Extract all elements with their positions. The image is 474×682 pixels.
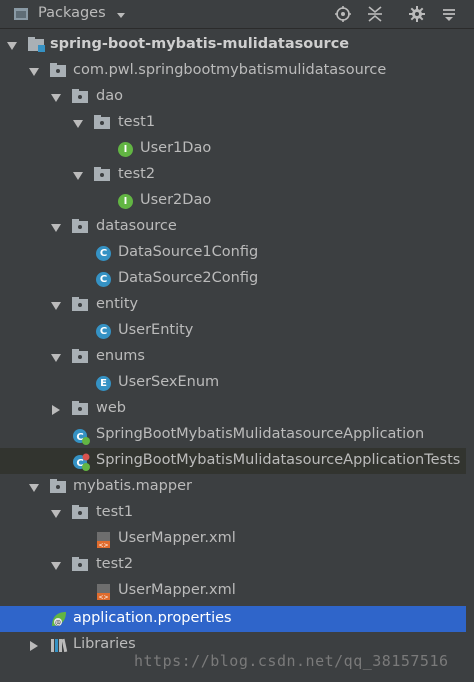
tree-row-package[interactable]: test2 [0,552,466,578]
interface-label: User1Dao [140,140,212,156]
expand-arrow-icon[interactable] [50,352,62,364]
class-label: DataSource2Config [118,270,259,286]
package-folder-icon [72,297,88,313]
svg-text:<>: <> [98,594,108,601]
expand-arrow-icon[interactable] [72,118,84,130]
tree-row-xml-file[interactable]: <> UserMapper.xml [0,526,466,552]
class-label: DataSource1Config [118,244,259,260]
package-label: enums [96,348,145,364]
interface-label: User2Dao [140,192,212,208]
class-icon: C [96,246,111,261]
package-folder-icon [50,479,66,495]
packages-view-icon [13,6,31,26]
package-label: entity [96,296,139,312]
expand-arrow-icon[interactable] [50,300,62,312]
libraries-label: Libraries [73,636,136,652]
class-icon: C [96,324,111,339]
package-folder-icon [72,219,88,235]
interface-icon: I [118,194,133,209]
expand-arrow-icon[interactable] [6,40,18,52]
tree-row-spring-class[interactable]: C SpringBootMybatisMulidatasourceApplica… [0,448,474,474]
class-label: SpringBootMybatisMulidatasourceApplicati… [96,426,425,442]
tree-row-package[interactable]: dao [0,84,466,110]
watermark-text: https://blog.csdn.net/qq_38157516 [134,652,449,670]
project-tool-window-header: Packages [0,0,474,29]
tree-row-package[interactable]: entity [0,292,466,318]
chevron-down-icon[interactable] [116,8,126,24]
folder-label: mybatis.mapper [73,478,192,494]
package-folder-icon [72,349,88,365]
expand-arrow-icon[interactable] [50,222,62,234]
collapse-all-icon[interactable] [366,5,384,23]
expand-arrow-icon[interactable] [50,92,62,104]
enum-icon: E [96,376,111,391]
tree-row-package[interactable]: com.pwl.springbootmybatismulidatasource [0,58,466,84]
tree-row-interface[interactable]: I User1Dao [0,136,466,162]
view-selector-label[interactable]: Packages [38,5,106,21]
class-label: SpringBootMybatisMulidatasourceApplicati… [96,452,461,468]
package-folder-icon [50,63,66,79]
tree-row-properties-file[interactable]: @ application.properties [0,606,466,632]
locate-target-icon[interactable] [334,5,352,23]
tree-row-class[interactable]: C DataSource1Config [0,240,466,266]
tree-row-spring-class[interactable]: C SpringBootMybatisMulidatasourceApplica… [0,422,466,448]
class-icon: C [96,272,111,287]
package-folder-icon [72,505,88,521]
hide-panel-icon[interactable] [440,5,458,23]
svg-text:<>: <> [98,542,108,549]
tree-row-package[interactable]: datasource [0,214,466,240]
tree-row-module[interactable]: spring-boot-mybatis-mulidatasource [0,32,466,58]
xml-file-label: UserMapper.xml [118,582,236,598]
package-label: test1 [118,114,156,130]
module-label: spring-boot-mybatis-mulidatasource [50,36,350,52]
vertical-scrollbar[interactable] [466,30,474,682]
xml-file-label: UserMapper.xml [118,530,236,546]
collapsed-arrow-icon[interactable] [28,640,40,652]
class-label: UserEntity [118,322,194,338]
xml-file-icon: <> [96,531,112,549]
enum-label: UserSexEnum [118,374,220,390]
tree-row-package[interactable]: web [0,396,466,422]
properties-file-label: application.properties [73,610,232,626]
tree-row-package[interactable]: test1 [0,110,466,136]
expand-arrow-icon[interactable] [28,482,40,494]
xml-file-icon: <> [96,583,112,601]
tree-row-class[interactable]: C UserEntity [0,318,466,344]
package-label: test2 [96,556,134,572]
tree-row-package[interactable]: test2 [0,162,466,188]
package-label: web [96,400,126,416]
package-folder-icon [72,557,88,573]
spring-class-icon: C [72,427,90,445]
tree-row-interface[interactable]: I User2Dao [0,188,466,214]
tree-row-enum[interactable]: E UserSexEnum [0,370,466,396]
tree-row-xml-file[interactable]: <> UserMapper.xml [0,578,466,604]
package-label: com.pwl.springbootmybatismulidatasource [73,62,387,78]
expand-arrow-icon[interactable] [50,508,62,520]
package-label: test2 [118,166,156,182]
package-label: dao [96,88,123,104]
package-label: datasource [96,218,177,234]
svg-text:@: @ [55,620,61,627]
package-folder-icon [94,167,110,183]
package-label: test1 [96,504,134,520]
tree-row-package[interactable]: enums [0,344,466,370]
module-folder-icon [28,37,45,53]
expand-arrow-icon[interactable] [72,170,84,182]
package-folder-icon [72,89,88,105]
package-folder-icon [94,115,110,131]
tree-row-folder[interactable]: mybatis.mapper [0,474,466,500]
spring-test-class-icon: C [72,453,90,471]
tree-row-package[interactable]: test1 [0,500,466,526]
spring-properties-icon: @ [50,610,66,627]
package-folder-icon [72,401,88,417]
gear-icon[interactable] [408,5,426,23]
expand-arrow-icon[interactable] [50,560,62,572]
tree-row-class[interactable]: C DataSource2Config [0,266,466,292]
interface-icon: I [118,142,133,157]
expand-arrow-icon[interactable] [28,66,40,78]
libraries-icon [50,637,68,653]
collapsed-arrow-icon[interactable] [50,404,62,416]
